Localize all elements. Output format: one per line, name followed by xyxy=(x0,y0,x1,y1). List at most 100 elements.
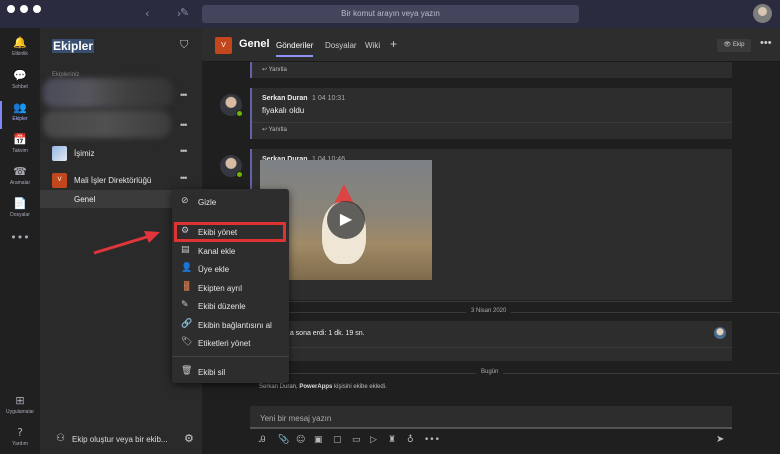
team-button-label: Ekip xyxy=(732,42,745,48)
minimize-window-icon[interactable] xyxy=(20,5,28,13)
rail-files[interactable]: 📄 Dosyalar xyxy=(0,195,40,227)
apps-icon: ⊞ xyxy=(15,394,25,407)
team-avatar: V xyxy=(215,37,232,54)
rail-chat[interactable]: 💬 Sohbet xyxy=(0,67,40,99)
system-message-suffix: kişisini ekibe ekledi. xyxy=(332,384,387,390)
rail-calls[interactable]: ☎ Aramalar xyxy=(0,163,40,195)
blurred-team-row[interactable] xyxy=(43,78,173,108)
date-separator-line xyxy=(250,312,780,313)
emoji-icon[interactable]: ☺ xyxy=(296,435,305,445)
message-author[interactable]: Serkan Duran xyxy=(262,95,308,102)
menu-item-leave-team[interactable]: 🚪 Ekipten ayrıl xyxy=(172,280,289,296)
rail-label: Ekipler xyxy=(12,116,28,122)
menu-item-add-member[interactable]: 👤 Üye ekle xyxy=(172,261,289,277)
highlight-box xyxy=(174,222,286,242)
divider xyxy=(252,122,732,123)
team-row-isimiz[interactable]: İşimiz ••• xyxy=(40,143,202,163)
menu-item-label: Gizle xyxy=(198,198,217,207)
menu-item-label: Üye ekle xyxy=(198,265,230,274)
profile-avatar[interactable] xyxy=(753,4,772,23)
praise-icon[interactable]: ♜ xyxy=(388,435,396,445)
maximize-window-icon[interactable] xyxy=(33,5,41,13)
more-icon: ••• xyxy=(10,231,30,244)
compose-box[interactable]: Yeni bir mesaj yazın xyxy=(250,406,732,429)
add-tab-icon[interactable]: + xyxy=(390,37,397,51)
filter-icon[interactable]: ⛉ xyxy=(180,38,188,52)
add-member-icon: 👤 xyxy=(181,263,193,273)
participant-avatar[interactable] xyxy=(714,327,726,339)
compose-icon[interactable]: ✎ xyxy=(180,6,189,19)
system-message-bold: PowerApps xyxy=(299,384,333,390)
menu-item-manage-tags[interactable]: 🏷 Etiketleri yönet xyxy=(172,335,289,351)
gif-icon[interactable]: ▣ xyxy=(314,435,323,445)
reply-link[interactable]: ↩ Yanıtla xyxy=(262,66,287,73)
link-icon: 🔗 xyxy=(181,319,193,329)
more-options-icon[interactable]: ••• xyxy=(180,90,188,100)
more-options-icon[interactable]: ••• xyxy=(180,120,188,130)
meet-icon[interactable]: ▭ xyxy=(352,435,361,445)
title-bar: ‹ › ✎ Bir komut arayın veya yazın xyxy=(0,0,780,28)
create-team-link[interactable]: Ekip oluştur veya bir ekib... xyxy=(72,435,168,444)
rail-help[interactable]: ? Yardım xyxy=(0,424,40,454)
team-button[interactable]: 👁 Ekip xyxy=(717,39,751,52)
rail-apps[interactable]: ⊞ Uygulamalar xyxy=(0,392,40,424)
calendar-icon: 📅 xyxy=(13,133,27,146)
team-avatar xyxy=(52,146,67,161)
divider xyxy=(252,347,732,348)
tab-posts[interactable]: Gönderiler xyxy=(276,41,314,57)
team-row-mali-isler[interactable]: V Mali İşler Direktörlüğü ••• xyxy=(40,170,202,190)
menu-item-delete-team[interactable]: 🗑 Ekibi sil xyxy=(172,364,289,380)
channel-header: V Genel Gönderiler Dosyalar Wiki + 👁 Eki… xyxy=(202,28,780,62)
rail-label: Etkinlik xyxy=(12,51,28,57)
more-options-icon[interactable]: ••• xyxy=(180,173,188,183)
reply-link[interactable]: ↩ Yanıtla xyxy=(262,126,287,133)
message-text: fiyakalı oldu xyxy=(262,106,305,115)
tab-files[interactable]: Dosyalar xyxy=(325,41,357,50)
tab-wiki[interactable]: Wiki xyxy=(365,41,380,50)
join-create-icon: ⚇ xyxy=(56,433,65,444)
rail-label: Aramalar xyxy=(9,180,31,186)
more-options-icon[interactable]: ••• xyxy=(180,146,188,156)
date-separator-label: 3 Nisan 2020 xyxy=(466,308,512,314)
eye-icon: 👁 xyxy=(723,42,733,48)
team-context-menu: ⊘ Gizle ⚙ Ekibi yönet ▤ Kanal ekle 👤 Üye… xyxy=(172,189,289,383)
message-card: ↩ Yanıtla xyxy=(250,62,732,78)
menu-item-hide[interactable]: ⊘ Gizle xyxy=(172,194,289,210)
team-name: İşimiz xyxy=(74,149,95,158)
stream-icon[interactable]: ▷ xyxy=(370,435,377,445)
rail-more[interactable]: ••• xyxy=(0,229,40,261)
close-window-icon[interactable] xyxy=(7,5,15,13)
more-options-icon[interactable]: ••• xyxy=(424,435,440,445)
blurred-team-row[interactable] xyxy=(43,110,171,138)
add-channel-icon: ▤ xyxy=(181,245,190,255)
rail-label: Dosyalar xyxy=(10,212,30,218)
delete-icon: 🗑 xyxy=(181,366,193,376)
gear-icon[interactable]: ⚙ xyxy=(184,432,194,445)
attach-icon[interactable]: 📎 xyxy=(278,435,289,445)
play-icon[interactable]: ▶ xyxy=(327,201,365,239)
sticker-icon[interactable]: ▢ xyxy=(333,435,342,445)
menu-item-get-link[interactable]: 🔗 Ekibin bağlantısını al xyxy=(172,317,289,333)
bulb-icon[interactable]: ♁ xyxy=(407,435,414,445)
format-icon[interactable]: Ꭿ xyxy=(259,435,266,445)
bell-icon: 🔔 xyxy=(13,36,27,49)
help-icon: ? xyxy=(17,426,23,439)
menu-item-add-channel[interactable]: ▤ Kanal ekle xyxy=(172,243,289,259)
more-options-icon[interactable]: ••• xyxy=(760,37,772,49)
menu-item-label: Etiketleri yönet xyxy=(198,339,251,348)
teams-icon: 👥 xyxy=(13,101,27,114)
rail-label: Sohbet xyxy=(12,84,28,90)
menu-item-edit-team[interactable]: ✎ Ekibi düzenle xyxy=(172,298,289,314)
rail-activity[interactable]: 🔔 Etkinlik xyxy=(0,34,40,66)
edit-icon: ✎ xyxy=(181,300,189,310)
menu-item-label: Ekibin bağlantısını al xyxy=(198,321,272,330)
command-search-input[interactable]: Bir komut arayın veya yazın xyxy=(202,5,579,23)
system-message-prefix: Serkan Duran, xyxy=(259,384,300,390)
send-icon[interactable]: ➤ xyxy=(716,434,724,445)
phone-icon: ☎ xyxy=(13,165,27,178)
compose-placeholder: Yeni bir mesaj yazın xyxy=(260,414,332,423)
rail-calendar[interactable]: 📅 Takvim xyxy=(0,131,40,163)
menu-item-label: Ekipten ayrıl xyxy=(198,284,243,293)
rail-teams[interactable]: 👥 Ekipler xyxy=(0,99,40,131)
chat-icon: 💬 xyxy=(13,69,27,82)
